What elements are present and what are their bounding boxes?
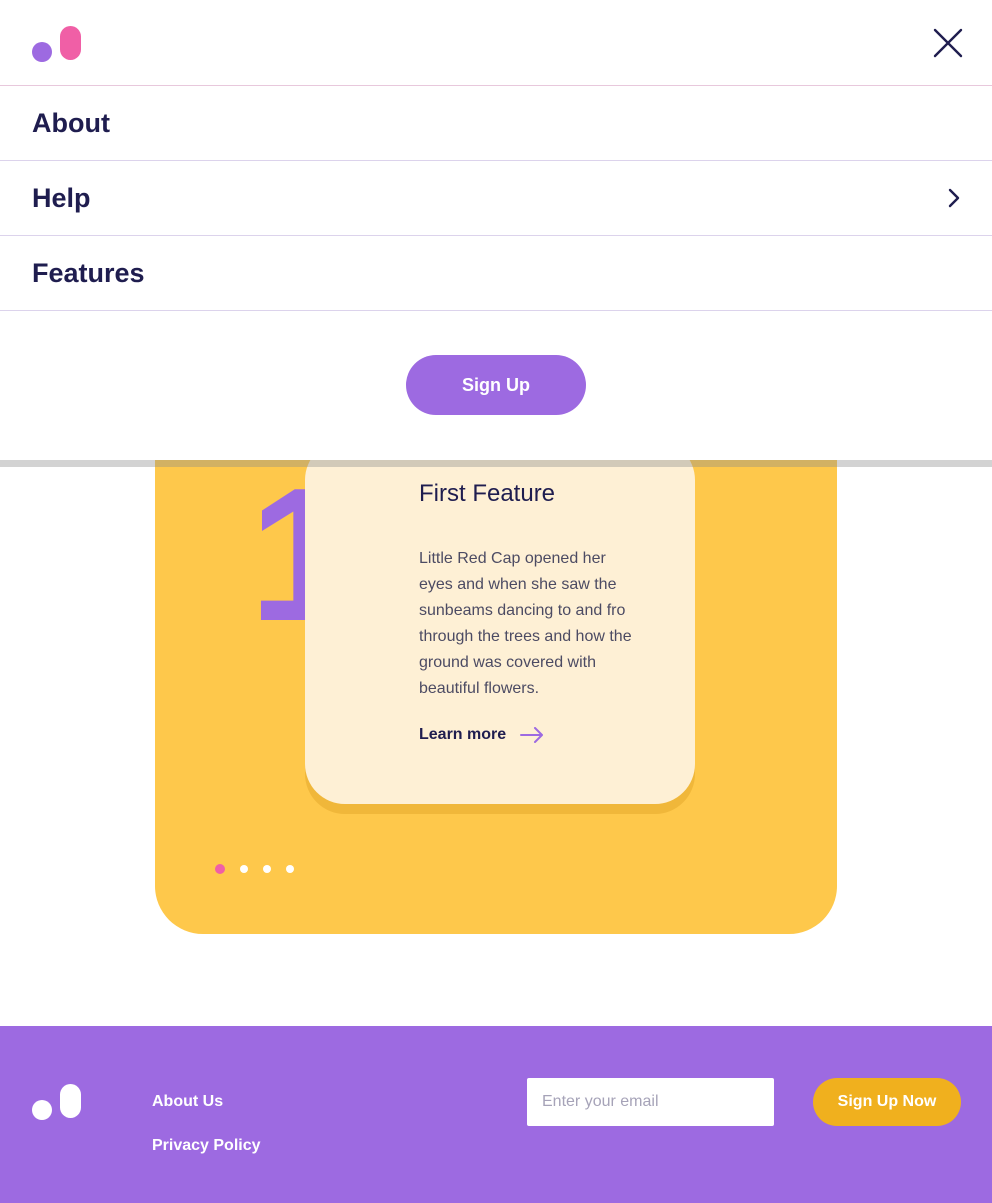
- learn-more-link[interactable]: Learn more: [419, 726, 544, 744]
- menu-item-label: About: [32, 107, 110, 138]
- menu-shadow: [0, 460, 992, 467]
- chevron-right-icon: [948, 188, 960, 208]
- carousel-dots: [215, 864, 294, 874]
- carousel-dot-active[interactable]: [215, 864, 225, 874]
- carousel-dot[interactable]: [263, 865, 271, 873]
- close-icon[interactable]: [932, 27, 964, 59]
- arrow-right-icon: [520, 727, 544, 743]
- footer-link-privacy-policy[interactable]: Privacy Policy: [152, 1136, 261, 1156]
- carousel-dot[interactable]: [286, 865, 294, 873]
- menu-item-label: Help: [32, 182, 91, 213]
- feature-description: Little Red Cap opened her eyes and when …: [419, 550, 632, 697]
- menu-item-features[interactable]: Features: [0, 236, 992, 311]
- feature-card: First Feature Little Red Cap opened her …: [305, 440, 695, 804]
- menu-item-label: Features: [32, 257, 145, 288]
- logo-dot: [32, 1100, 52, 1120]
- carousel-dot[interactable]: [240, 865, 248, 873]
- footer-links: About Us Privacy Policy: [152, 1092, 261, 1156]
- signup-button[interactable]: Sign Up: [406, 355, 586, 415]
- footer-link-about-us[interactable]: About Us: [152, 1092, 261, 1112]
- logo-dot: [32, 42, 52, 62]
- learn-more-label: Learn more: [419, 726, 507, 743]
- email-field[interactable]: [527, 1078, 774, 1126]
- footer-logo-icon[interactable]: [32, 1084, 82, 1120]
- brand-logo-icon[interactable]: [32, 26, 82, 62]
- mobile-menu: About Help Features Sign Up: [0, 0, 992, 460]
- footer: About Us Privacy Policy Sign Up Now: [0, 1026, 992, 1203]
- logo-bar: [60, 26, 81, 60]
- logo-bar: [60, 1084, 81, 1118]
- signup-now-button[interactable]: Sign Up Now: [813, 1078, 961, 1126]
- menu-signup-wrap: Sign Up: [406, 355, 586, 415]
- feature-title: First Feature: [419, 480, 556, 507]
- page: 1 First Feature Little Red Cap opened he…: [0, 0, 992, 1203]
- menu-item-about[interactable]: About: [0, 86, 992, 161]
- menu-item-help[interactable]: Help: [0, 161, 992, 236]
- menu-header: [0, 0, 992, 86]
